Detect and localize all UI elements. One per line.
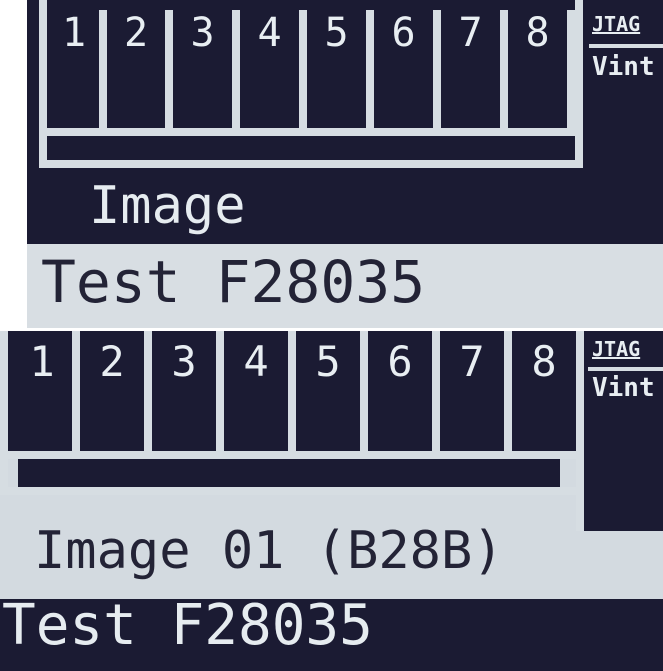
lcd-screen-1: 1 2 3 4 5 6 7 8 JTAG Vint Image Test F28…	[27, 0, 663, 328]
slot-number: 7	[459, 337, 485, 386]
jtag-indicator: JTAG	[592, 337, 641, 361]
slot-divider	[144, 331, 152, 451]
image-line: Image 01 (B28B)	[34, 521, 504, 581]
slot-number: 4	[257, 10, 282, 56]
test-line: Test F28035	[41, 248, 426, 316]
slot-number: 7	[458, 10, 483, 56]
slot-number: 2	[123, 10, 149, 56]
progress-frame-right	[575, 0, 583, 168]
test-line: Test F28035	[2, 593, 373, 658]
slot-divider	[504, 331, 512, 451]
progress-frame-bottom	[0, 487, 584, 495]
vint-indicator: Vint	[592, 373, 655, 403]
slot-divider	[99, 10, 107, 128]
slot-number: 8	[525, 10, 550, 56]
slot-number: 6	[387, 337, 413, 386]
slot-divider	[567, 10, 575, 128]
lcd-dark-area	[583, 331, 663, 531]
slot-divider	[366, 10, 374, 128]
slot-divider	[500, 10, 508, 128]
indicator-rule	[588, 367, 663, 371]
slot-divider	[165, 10, 173, 128]
vint-indicator: Vint	[592, 52, 655, 82]
jtag-indicator: JTAG	[592, 12, 641, 36]
slot-number: 4	[243, 337, 269, 386]
lcd-screen-2: 1 2 3 4 5 6 7 8 JTAG Vint Image 01 (B28B…	[0, 331, 663, 671]
slot-number: 3	[190, 10, 215, 56]
slot-divider	[288, 331, 296, 451]
progress-frame-top	[0, 451, 584, 459]
progress-frame-left	[0, 331, 8, 495]
slot-number: 3	[171, 337, 197, 386]
slot-divider	[433, 10, 441, 128]
progress-bar	[18, 459, 560, 487]
indicator-rule	[589, 44, 663, 48]
slot-divider	[299, 10, 307, 128]
slot-divider	[72, 331, 80, 451]
slot-number: 1	[29, 337, 55, 386]
slot-number: 8	[531, 337, 557, 386]
progress-bar	[63, 136, 555, 160]
slot-divider	[360, 331, 368, 451]
progress-frame-top	[39, 128, 583, 136]
slot-number: 6	[391, 10, 416, 56]
progress-frame-left	[39, 0, 47, 168]
slot-divider	[216, 331, 224, 451]
slot-divider	[576, 331, 584, 531]
slot-number: 5	[315, 337, 341, 386]
slot-number: 2	[99, 337, 125, 386]
slot-divider	[432, 331, 440, 451]
progress-frame-bottom	[39, 160, 583, 168]
slot-number: 1	[61, 10, 87, 56]
slot-number: 5	[324, 10, 349, 56]
slot-divider	[232, 10, 240, 128]
image-line: Image	[89, 176, 246, 236]
